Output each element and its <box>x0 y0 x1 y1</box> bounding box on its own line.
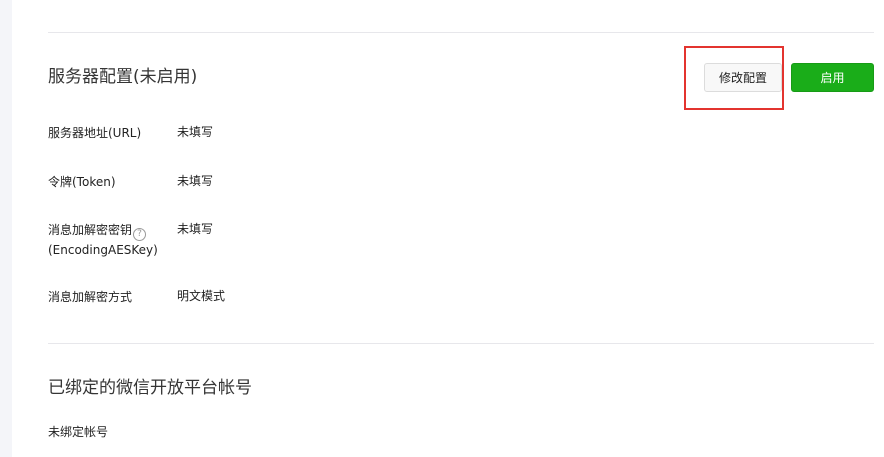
aes-key-label-line2: (EncodingAESKey) <box>48 243 158 257</box>
unbound-account-text: 未绑定帐号 <box>48 425 109 439</box>
encryption-mode-label: 消息加解密方式 <box>48 290 133 304</box>
section-divider <box>48 343 874 344</box>
left-sidebar-edge <box>0 0 12 457</box>
token-label: 令牌(Token) <box>48 175 116 189</box>
top-divider <box>48 32 874 33</box>
server-url-label: 服务器地址(URL) <box>48 126 142 140</box>
page: 服务器配置(未启用) 修改配置 启用 服务器地址(URL) 未填写 令牌(Tok… <box>0 0 884 457</box>
help-icon[interactable]: ? <box>133 228 147 241</box>
server-url-value: 未填写 <box>177 125 214 139</box>
aes-key-label-line1: 消息加解密密钥 <box>48 223 133 237</box>
server-config-title: 服务器配置(未启用) <box>48 67 198 87</box>
aes-key-label: 消息加解密密钥? (EncodingAESKey) <box>48 221 158 259</box>
aes-key-value: 未填写 <box>177 222 214 236</box>
encryption-mode-value: 明文模式 <box>177 289 226 303</box>
enable-button[interactable]: 启用 <box>791 63 874 92</box>
bound-accounts-title: 已绑定的微信开放平台帐号 <box>48 378 252 398</box>
token-value: 未填写 <box>177 174 214 188</box>
annotation-highlight-box <box>684 46 784 110</box>
